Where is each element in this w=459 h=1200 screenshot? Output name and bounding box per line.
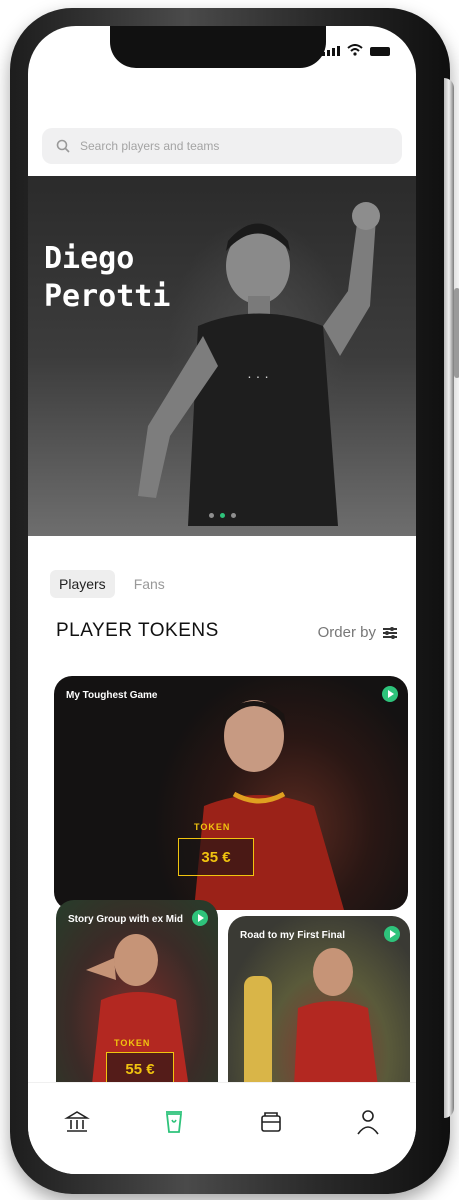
section-title: PLAYER TOKENS bbox=[56, 620, 219, 641]
app-screen: · · · Diego Perotti Players Fans PLAYER … bbox=[28, 26, 416, 1174]
nav-cup[interactable] bbox=[158, 1106, 190, 1138]
order-by-button[interactable]: Order by bbox=[318, 624, 398, 641]
phone-edge bbox=[444, 78, 454, 1118]
sort-icon bbox=[383, 626, 397, 639]
price-tag: 35 € bbox=[178, 838, 254, 876]
hero-player-name: Diego Perotti bbox=[44, 241, 171, 314]
segment-tabs: Players Fans bbox=[50, 570, 174, 598]
tab-players[interactable]: Players bbox=[50, 570, 115, 598]
svg-text:· · ·: · · · bbox=[247, 368, 269, 384]
wallet-icon bbox=[260, 1111, 281, 1132]
order-by-label: Order by bbox=[317, 624, 376, 641]
price-tag: 55 € bbox=[106, 1052, 174, 1086]
search-icon bbox=[56, 139, 70, 153]
bank-icon bbox=[63, 1110, 90, 1132]
cup-icon bbox=[165, 1110, 182, 1133]
nav-wallet[interactable] bbox=[255, 1106, 287, 1138]
profile-icon bbox=[356, 1109, 379, 1134]
card-title: My Toughest Game bbox=[66, 690, 158, 701]
card-title: Story Group with ex Mid bbox=[68, 914, 184, 925]
play-icon[interactable] bbox=[382, 686, 398, 702]
play-icon[interactable] bbox=[384, 926, 400, 942]
battery-icon bbox=[370, 47, 390, 56]
card-title: Road to my First Final bbox=[240, 930, 346, 941]
signal-icon bbox=[322, 46, 340, 56]
status-bar bbox=[322, 44, 390, 56]
bottom-nav bbox=[28, 1082, 416, 1174]
carousel-dots bbox=[28, 513, 416, 518]
hero-banner[interactable]: · · · Diego Perotti bbox=[28, 176, 416, 536]
nav-profile[interactable] bbox=[352, 1106, 384, 1138]
token-label: TOKEN bbox=[114, 1038, 151, 1048]
power-button bbox=[454, 288, 459, 378]
carousel-dot[interactable] bbox=[208, 513, 214, 518]
carousel-dot-active[interactable] bbox=[219, 513, 225, 518]
phone-frame: · · · Diego Perotti Players Fans PLAYER … bbox=[10, 8, 459, 1194]
play-icon[interactable] bbox=[192, 910, 208, 926]
nav-bank[interactable] bbox=[61, 1106, 93, 1138]
token-label: TOKEN bbox=[194, 822, 231, 832]
notch bbox=[110, 26, 326, 68]
carousel-dot[interactable] bbox=[230, 513, 236, 518]
search-input[interactable] bbox=[78, 138, 362, 154]
search-bar[interactable] bbox=[42, 128, 402, 164]
tab-fans[interactable]: Fans bbox=[125, 570, 174, 598]
wifi-icon bbox=[347, 44, 363, 56]
token-card[interactable]: My Toughest Game TOKEN 35 € bbox=[54, 676, 408, 910]
